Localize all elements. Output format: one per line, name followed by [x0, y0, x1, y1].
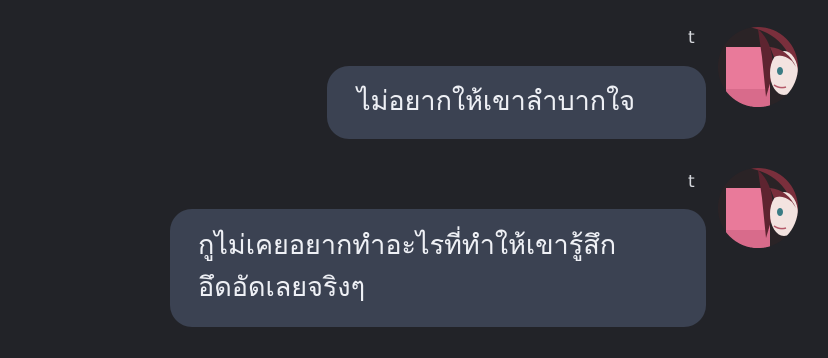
avatar[interactable] — [718, 168, 798, 248]
sender-name[interactable]: t — [688, 30, 695, 47]
message-text-line: อึดอัดเลยจริงๆ — [198, 272, 366, 303]
anime-avatar-icon — [718, 27, 798, 107]
message-bubble[interactable]: ไม่อยากให้เขาลำบากใจ — [327, 66, 706, 139]
message-bubble[interactable]: กูไม่เคยอยากทำอะไรที่ทำให้เขารู้สึก อึดอ… — [170, 209, 706, 327]
message-text-line: ไม่อยากให้เขาลำบากใจ — [357, 86, 636, 117]
sender-name[interactable]: t — [688, 174, 695, 191]
anime-avatar-icon — [718, 168, 798, 248]
message-text-line: กูไม่เคยอยากทำอะไรที่ทำให้เขารู้สึก — [198, 230, 617, 261]
avatar[interactable] — [718, 27, 798, 107]
